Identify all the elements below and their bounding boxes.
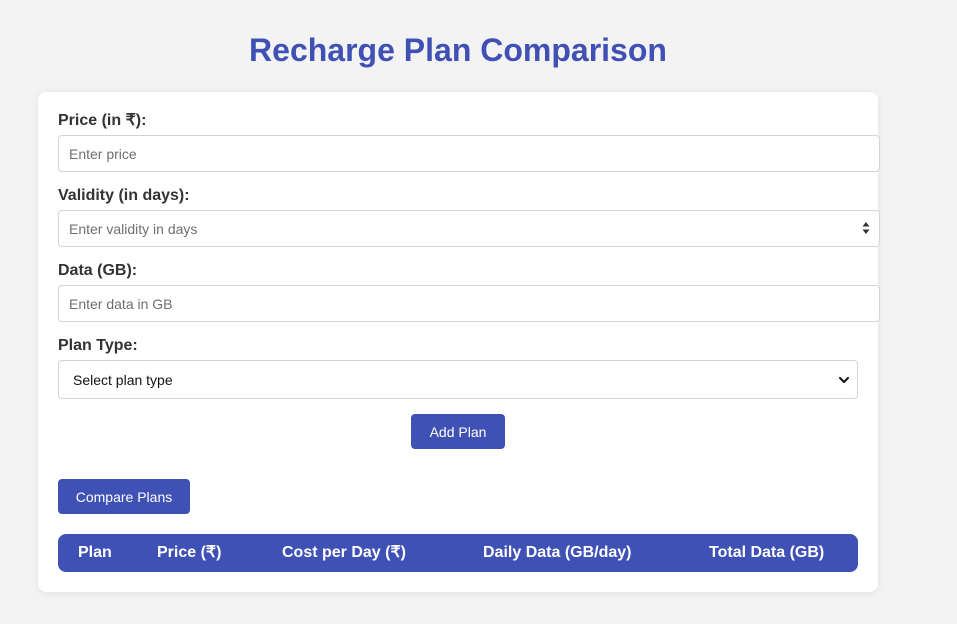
plan-type-selected: Select plan type: [73, 372, 173, 388]
price-label: Price (in ₹):: [58, 112, 147, 129]
column-header-price: Price (₹): [157, 544, 222, 561]
comparison-table-header: Plan Price (₹) Cost per Day (₹) Daily Da…: [58, 534, 858, 572]
data-input[interactable]: [58, 285, 880, 322]
plan-form-card: Price (in ₹): Validity (in days): Data (…: [38, 92, 880, 592]
page-title: Recharge Plan Comparison: [249, 32, 667, 68]
column-header-plan: Plan: [78, 544, 112, 561]
plan-type-label: Plan Type:: [58, 337, 138, 354]
validity-field: [58, 210, 880, 247]
validity-input[interactable]: [58, 210, 880, 247]
column-header-cost-per-day: Cost per Day (₹): [282, 544, 406, 561]
number-spinner-icon[interactable]: [862, 221, 870, 235]
price-input[interactable]: [58, 135, 880, 172]
column-header-daily-data: Daily Data (GB/day): [483, 544, 632, 561]
compare-plans-button[interactable]: Compare Plans: [58, 479, 190, 514]
validity-label: Validity (in days):: [58, 187, 190, 204]
plan-type-select[interactable]: Select plan type: [58, 360, 858, 399]
data-label: Data (GB):: [58, 262, 138, 279]
add-plan-button[interactable]: Add Plan: [411, 414, 505, 449]
column-header-total-data: Total Data (GB): [709, 544, 825, 561]
chevron-down-icon: [839, 377, 849, 383]
